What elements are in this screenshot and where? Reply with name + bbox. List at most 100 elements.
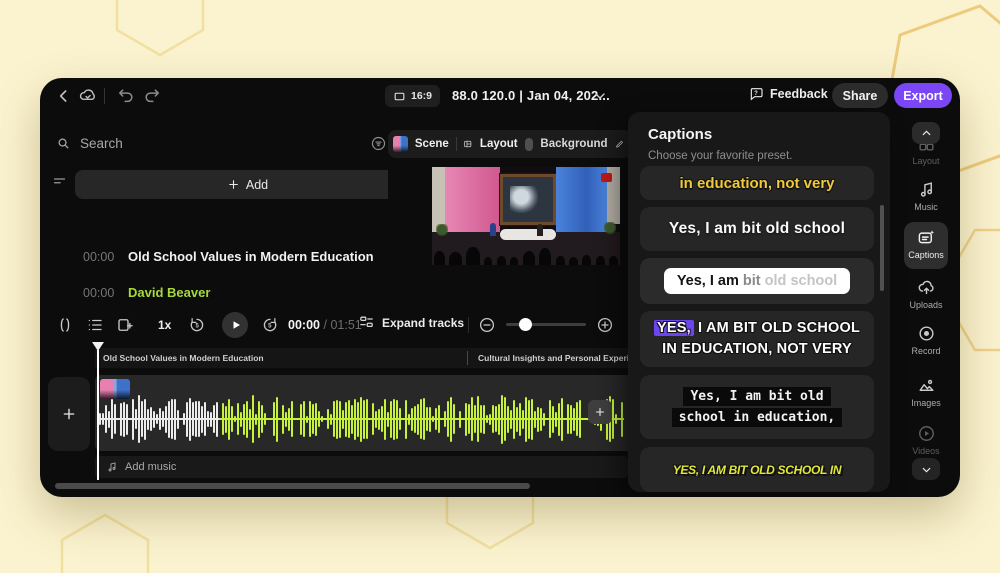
panel-scrollbar[interactable] [880,205,884,291]
chapter-title[interactable]: Old School Values in Modern Education [128,249,374,264]
plant-left [435,223,448,238]
edit-pencil-icon[interactable] [615,137,624,151]
feedback-button[interactable]: ? Feedback [748,86,828,102]
filter-icon[interactable] [370,135,387,152]
audience-silhouettes [432,240,620,265]
zoom-in-icon[interactable] [596,316,614,334]
layout-icon[interactable] [463,137,472,151]
toolbar-divider [468,317,469,333]
play-button[interactable] [222,312,248,338]
expand-tracks-button[interactable]: Expand tracks [358,314,464,331]
frame-icon [394,92,405,100]
zoom-slider-thumb[interactable] [519,318,532,331]
insert-clip-button[interactable] [588,400,612,424]
channel-logo [601,172,613,182]
preset-line-2: IN EDUCATION, NOT VERY [662,341,852,357]
preset-text: in education, not very [679,174,835,192]
horizontal-scrollbar[interactable] [55,483,530,489]
host-figure [490,222,497,236]
sidebar-item-images[interactable]: Images [902,376,950,408]
text-align-icon[interactable] [52,174,67,189]
chapter-divider [467,351,468,365]
play-icon [233,321,240,329]
chapter-segment-2[interactable]: Cultural Insights and Personal Experienc… [478,353,628,363]
forward-5-icon[interactable]: 5 [261,316,279,334]
share-button[interactable]: Share [832,83,888,108]
chapter-segment-1[interactable]: Old School Values in Modern Education [103,353,264,363]
playback-speed[interactable]: 1x [158,318,171,332]
sidebar-item-uploads[interactable]: Uploads [902,278,950,310]
studio-couch [499,228,557,240]
preset-line-2: school in education, [671,408,843,427]
caption-preset-karaoke-highlight[interactable]: YES, I AM BIT OLD SCHOOL IN EDUCATION, N… [640,311,874,367]
sidebar-label: Uploads [909,300,943,310]
aspect-ratio-button[interactable]: 16:9 [385,85,441,107]
captions-panel-title: Captions [648,126,713,143]
project-meta[interactable]: 88.0 120.0 | Jan 04, 202... [452,88,610,103]
current-time: 00:00 [288,318,320,332]
sidebar-item-record[interactable]: Record [902,324,950,356]
sidebar-scroll-down-button[interactable] [912,458,940,480]
sidebar-item-music[interactable]: Music [902,180,950,212]
preset-line-1: Yes, I am bit old [683,387,831,406]
add-music-label: Add music [125,461,177,473]
caption-preset-white-pill[interactable]: Yes, I am bit old school [640,258,874,304]
add-track-icon[interactable] [116,316,134,334]
chevron-down-icon[interactable] [592,88,608,104]
cloud-sync-icon[interactable] [78,86,98,106]
feedback-label: Feedback [770,87,828,101]
sidebar-label: Music [914,202,938,212]
transcript-panel: Search Add 00:00 Old School Values in Mo… [40,114,388,310]
speaker-name[interactable]: David Beaver [128,285,210,300]
list-view-icon[interactable] [86,316,104,334]
top-bar: 16:9 88.0 120.0 | Jan 04, 202... ? Feedb… [40,78,960,114]
back-icon[interactable] [54,86,74,106]
caption-preset-bold-white[interactable]: Yes, I am bit old school [640,207,874,251]
sidebar-scroll-up-button[interactable] [912,122,940,144]
clip-thumbnail[interactable] [100,379,130,399]
caption-preset-monospace[interactable]: Yes, I am bit old school in education, [640,375,874,439]
video-preview[interactable] [432,167,620,265]
timeline-zoom-slider[interactable] [506,318,586,331]
preset-text: YES, I AM BIT OLD SCHOOL IN [672,462,842,477]
undo-icon[interactable] [116,86,136,106]
speaker-timestamp: 00:00 [83,286,115,300]
tab-background[interactable]: Background [540,138,607,150]
aspect-ratio-value: 16:9 [411,90,433,102]
background-swatch[interactable] [524,137,534,151]
chevron-up-icon [922,129,930,135]
app-canvas: 16:9 88.0 120.0 | Jan 04, 202... ? Feedb… [0,0,1000,573]
export-button[interactable]: Export [894,83,952,108]
audio-track[interactable] [95,375,628,451]
tab-scene[interactable]: Scene [415,138,449,150]
sidebar-item-captions[interactable]: Captions [902,228,950,260]
plus-icon [229,180,238,189]
playhead-line[interactable] [97,350,99,480]
add-transcript-button[interactable]: Add [75,170,388,199]
tracks-icon [360,316,373,328]
zoom-out-icon[interactable] [478,316,496,334]
search-input[interactable]: Search [56,136,123,151]
sidebar-item-videos[interactable]: Videos [902,424,950,456]
editor-window: 16:9 88.0 120.0 | Jan 04, 202... ? Feedb… [40,78,960,497]
chapter-strip: Old School Values in Modern Education Cu… [95,348,628,368]
preset-text: Yes, I am bit old school [668,220,846,237]
caption-preset-comic-italic[interactable]: YES, I AM BIT OLD SCHOOL IN [640,447,874,492]
topbar-divider [104,88,105,104]
rewind-5-icon[interactable]: 5 [188,316,206,334]
add-track-button[interactable] [48,377,90,451]
tab-layout[interactable]: Layout [480,138,518,150]
captions-icon [918,230,934,244]
music-note-icon [108,462,116,472]
studio-screen [499,173,557,225]
add-music-row[interactable]: Add music [95,456,628,478]
videos-icon [918,426,934,441]
redo-icon[interactable] [142,86,162,106]
scene-thumbnail[interactable] [393,136,408,152]
time-separator: / [323,318,327,332]
preview-tab-bar: Scene Layout Background [388,130,632,158]
split-clip-icon[interactable] [56,316,74,334]
search-icon [58,138,69,149]
caption-preset-yellow-outline[interactable]: in education, not very [640,166,874,200]
sidebar-label: Record [911,346,941,356]
